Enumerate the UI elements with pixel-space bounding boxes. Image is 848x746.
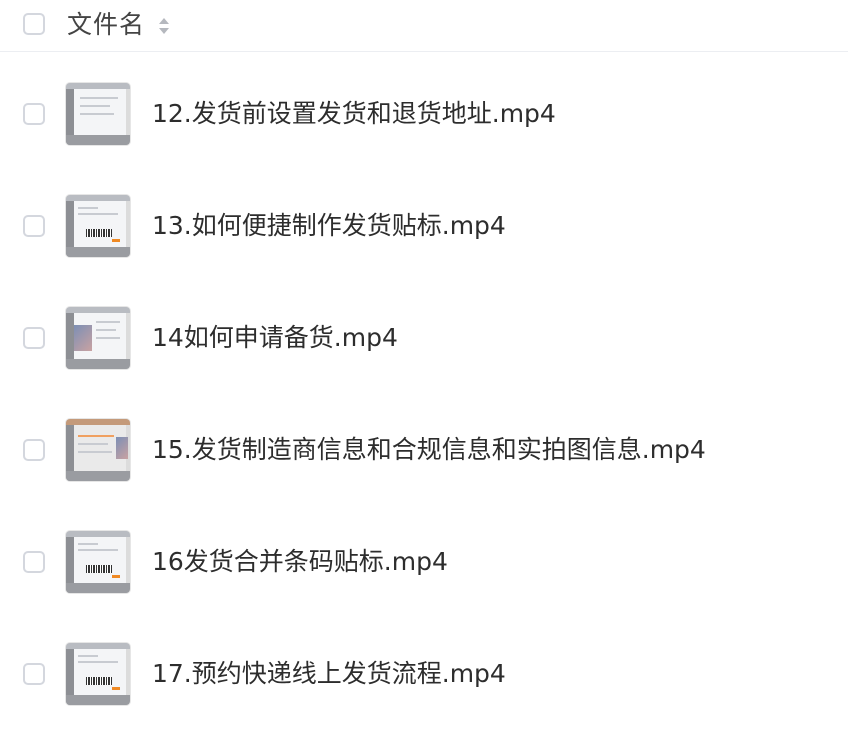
video-thumbnail-icon	[66, 643, 130, 705]
file-name[interactable]: 17.预约快递线上发货流程.mp4	[152, 657, 506, 691]
file-row[interactable]: 16发货合并条码贴标.mp4	[0, 458, 848, 593]
row-checkbox[interactable]	[23, 663, 45, 685]
file-row[interactable]: 14如何申请备货.mp4	[0, 234, 848, 369]
file-row[interactable]: 15.发货制造商信息和合规信息和实拍图信息.mp4	[0, 346, 848, 481]
file-row[interactable]: 13.如何便捷制作发货贴标.mp4	[0, 122, 848, 257]
file-row[interactable]: 12.发货前设置发货和退货地址.mp4	[0, 10, 848, 145]
file-row[interactable]: 17.预约快递线上发货流程.mp4	[0, 570, 848, 705]
